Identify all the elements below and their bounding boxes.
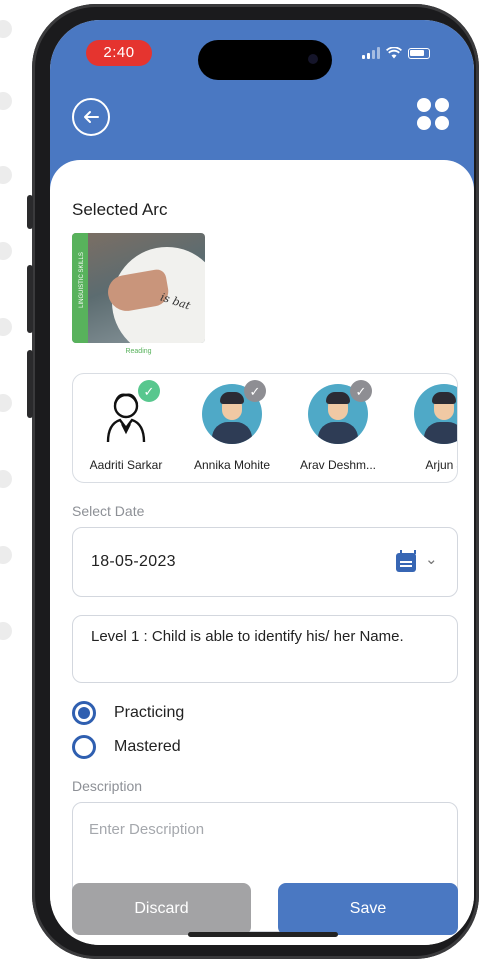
chevron-down-icon[interactable]: ⌄ bbox=[425, 550, 438, 568]
volume-up-button bbox=[27, 265, 33, 333]
back-button[interactable] bbox=[72, 98, 110, 136]
grid-dot-icon bbox=[435, 116, 449, 130]
date-value: 18-05-2023 bbox=[91, 553, 176, 570]
save-button[interactable]: Save bbox=[278, 883, 458, 935]
description-input[interactable] bbox=[89, 821, 439, 838]
grid-dot-icon bbox=[417, 98, 431, 112]
student-selector: ✓ Aadriti Sarkar ✓ Annika Mohite ✓ Arav … bbox=[72, 373, 458, 483]
radio-button-selected[interactable] bbox=[72, 701, 96, 725]
grid-dot-icon bbox=[435, 98, 449, 112]
background-dot bbox=[0, 470, 12, 488]
status-icons bbox=[362, 47, 430, 59]
volume-down-button bbox=[27, 350, 33, 418]
signal-icon bbox=[362, 47, 380, 59]
radio-button[interactable] bbox=[72, 735, 96, 759]
student-avatar: ✓ bbox=[202, 380, 266, 444]
background-dot bbox=[0, 394, 12, 412]
check-icon: ✓ bbox=[244, 380, 266, 402]
wifi-icon bbox=[386, 47, 402, 59]
radio-mastered[interactable]: Mastered bbox=[72, 735, 181, 759]
student-name: Annika Mohite bbox=[193, 458, 271, 472]
arc-card[interactable]: is bat LINGUISTIC SKILLS Reading bbox=[72, 233, 205, 355]
battery-icon bbox=[408, 48, 430, 59]
check-icon: ✓ bbox=[350, 380, 372, 402]
arc-category-strip: LINGUISTIC SKILLS bbox=[72, 233, 88, 343]
student-name: Aadriti Sarkar bbox=[89, 458, 163, 472]
silent-switch bbox=[27, 195, 33, 229]
background-dot bbox=[0, 546, 12, 564]
student-avatar: ✓ bbox=[96, 380, 160, 444]
discard-button[interactable]: Discard bbox=[72, 883, 251, 935]
student-name: Arjun J bbox=[425, 458, 457, 472]
select-date-label: Select Date bbox=[72, 503, 145, 519]
background-dot bbox=[0, 166, 12, 184]
home-indicator bbox=[188, 932, 338, 937]
camera-dot bbox=[308, 54, 318, 64]
dynamic-island bbox=[198, 40, 332, 80]
background-dot bbox=[0, 20, 12, 38]
back-arrow-icon bbox=[84, 111, 99, 123]
student-item[interactable]: Arjun J bbox=[391, 384, 457, 472]
radio-label: Mastered bbox=[114, 738, 181, 755]
grid-dot-icon bbox=[417, 116, 431, 130]
calendar-icon[interactable] bbox=[396, 550, 416, 572]
form-panel: Selected Arc is bat LINGUISTIC SKILLS Re… bbox=[50, 160, 474, 945]
student-avatar bbox=[414, 384, 457, 444]
description-label: Description bbox=[72, 778, 143, 794]
background-dot bbox=[0, 622, 12, 640]
selected-arc-title: Selected Arc bbox=[72, 200, 168, 219]
background-dot bbox=[0, 242, 12, 260]
check-icon: ✓ bbox=[138, 380, 160, 402]
radio-label: Practicing bbox=[114, 704, 185, 721]
student-item[interactable]: ✓ Aadriti Sarkar bbox=[73, 380, 179, 472]
level-text-box: Level 1 : Child is able to identify his/… bbox=[72, 615, 458, 683]
student-avatar: ✓ bbox=[308, 380, 372, 444]
background-dot bbox=[0, 92, 12, 110]
date-picker[interactable]: 18-05-2023 ⌄ bbox=[72, 527, 458, 597]
background-dot bbox=[0, 318, 12, 336]
status-time: 2:40 bbox=[86, 40, 152, 66]
boy-avatar-icon bbox=[414, 384, 457, 444]
arc-category-label: LINGUISTIC SKILLS bbox=[79, 252, 85, 308]
grid-menu-button[interactable] bbox=[417, 98, 449, 130]
student-item[interactable]: ✓ Arav Deshm... bbox=[285, 380, 391, 472]
radio-practicing[interactable]: Practicing bbox=[72, 701, 184, 725]
arc-image: is bat LINGUISTIC SKILLS bbox=[72, 233, 205, 343]
app-screen: 2:40 Selected Arc is bat LINGUISTIC SKIL… bbox=[50, 20, 474, 945]
student-name: Arav Deshm... bbox=[299, 458, 377, 472]
arc-caption: Reading bbox=[125, 348, 152, 355]
student-item[interactable]: ✓ Annika Mohite bbox=[179, 380, 285, 472]
